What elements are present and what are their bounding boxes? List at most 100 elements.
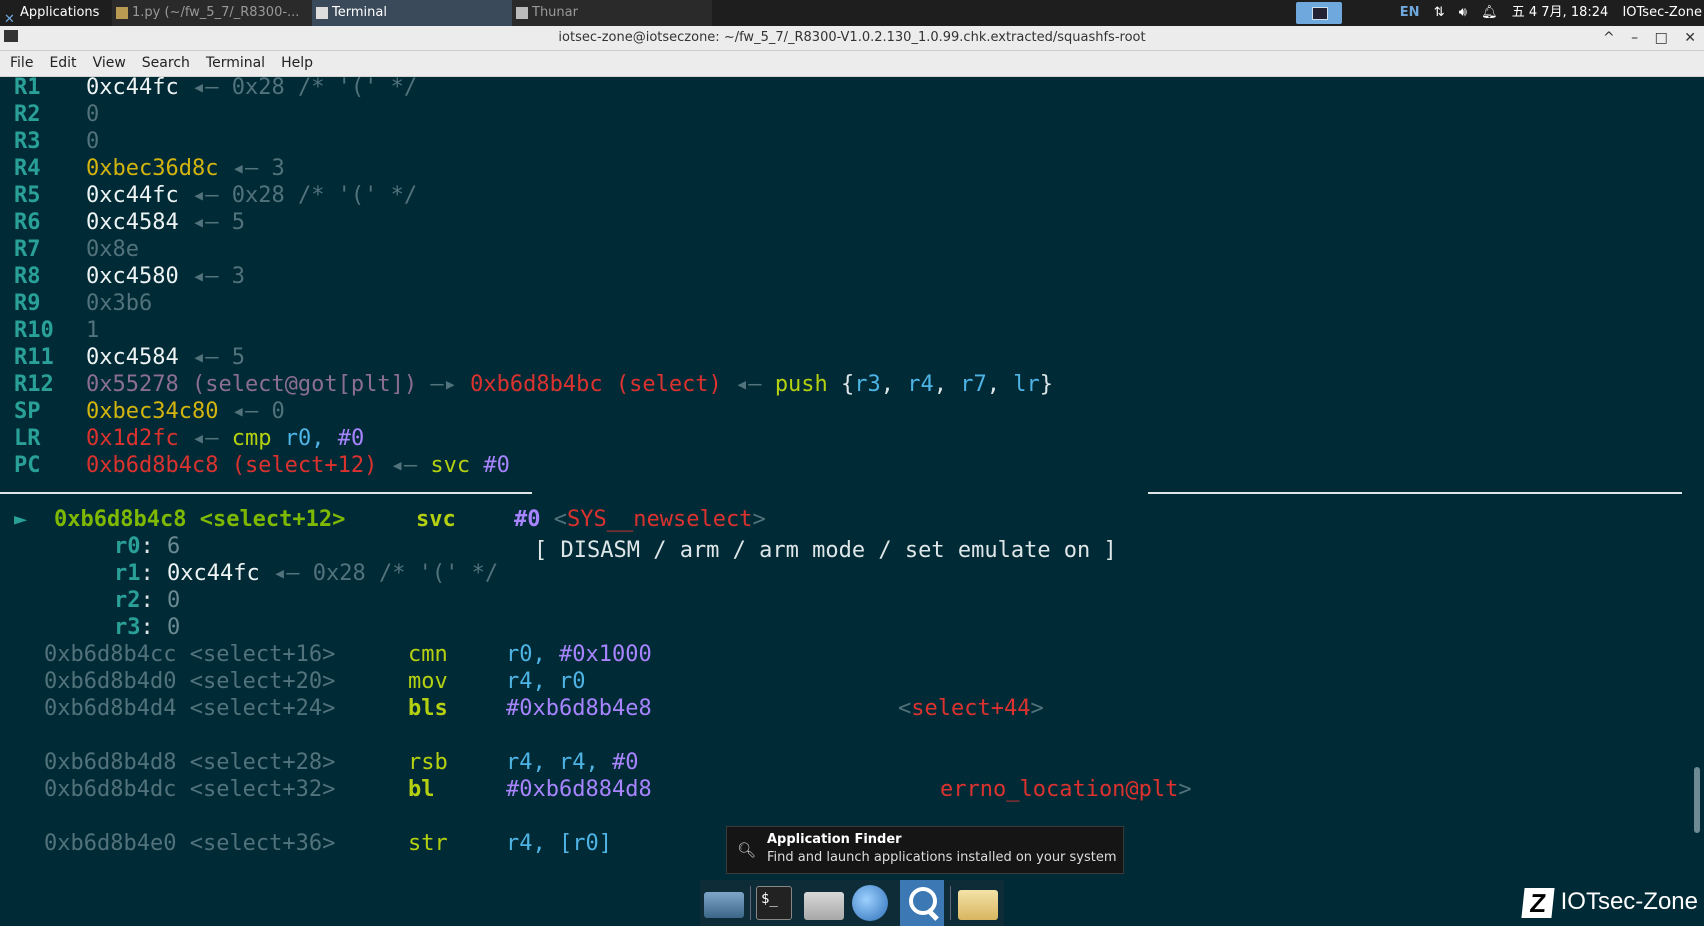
web-browser-icon[interactable] xyxy=(852,885,888,921)
xfce-logo-icon: ✕ xyxy=(4,11,15,27)
home-folder-icon[interactable] xyxy=(804,892,844,920)
register-deref: 0x28 /* '(' */ xyxy=(231,77,418,100)
keyboard-layout-indicator[interactable]: EN xyxy=(1400,5,1420,20)
syscall-arg-row: r0: 6 xyxy=(114,534,181,559)
arg-value: 0xc44fc xyxy=(167,561,260,586)
register-deref: 3 xyxy=(271,156,285,181)
instruction-address: 0xb6d8b4d4 xyxy=(44,696,177,721)
notification-bell-icon[interactable]: 🔔︎ xyxy=(1481,5,1498,20)
target-bracket: > xyxy=(1178,777,1192,802)
brace-close: } xyxy=(1039,372,1054,397)
register-row: R2 0 xyxy=(0,100,99,129)
taskbar-item-editor[interactable]: 1.py (~/fw_5_7/_R8300-... xyxy=(112,0,312,26)
system-tray: EN ⇅ 🔊︎ 🔔︎ 五 4 7月, 18:24 IOTsec-Zone xyxy=(1390,0,1704,26)
clock[interactable]: 五 4 7月, 18:24 xyxy=(1512,5,1609,20)
window-shade-button[interactable]: ^ xyxy=(1603,30,1615,46)
app-finder-icon[interactable] xyxy=(900,880,944,926)
register-value: 0xc4584 xyxy=(86,345,179,370)
instruction-mnemonic: push xyxy=(774,372,828,397)
operand: r4, xyxy=(506,669,546,694)
register-row: SP 0xbec34c80 ◂— 0 xyxy=(0,397,285,426)
watermark: Z IOTsec-Zone xyxy=(1521,884,1698,920)
menu-edit[interactable]: Edit xyxy=(41,51,84,76)
deref-arrow: ◂— xyxy=(231,156,259,181)
terminal-output[interactable]: R1 0xc44fc ◂— 0x28 /* '(' */ R2 0 R3 0 R4 0x… xyxy=(0,77,1704,926)
register-name: R1 xyxy=(14,77,41,100)
register-row: R9 0x3b6 xyxy=(0,289,152,318)
app-finder-tooltip: 🔍︎ Application Finder Find and launch ap… xyxy=(726,826,1124,874)
instruction-address: 0xb6d8b4e0 xyxy=(44,831,177,856)
taskbar-item-terminal-label: Terminal xyxy=(332,5,387,20)
window-close-button[interactable]: ✕ xyxy=(1684,30,1696,46)
user-name[interactable]: IOTsec-Zone xyxy=(1622,5,1702,20)
register-value: 0xc4584 xyxy=(86,210,179,235)
window-maximize-button[interactable]: □ xyxy=(1655,30,1668,46)
instruction-symbol: <select+32> xyxy=(189,777,336,802)
register-value: 0 xyxy=(86,102,100,127)
instruction-symbol: <select+24> xyxy=(189,696,336,721)
menu-help[interactable]: Help xyxy=(273,51,321,76)
operand: r0, xyxy=(506,642,546,667)
terminal-launcher-icon[interactable]: $_ xyxy=(756,886,792,920)
text-editor-icon xyxy=(116,6,128,19)
network-icon[interactable]: ⇅ xyxy=(1434,5,1445,20)
workspace-switcher[interactable] xyxy=(1296,2,1342,24)
volume-icon[interactable]: 🔊︎ xyxy=(1459,5,1467,20)
arg-value: 0 xyxy=(167,615,181,640)
menu-terminal[interactable]: Terminal xyxy=(198,51,273,76)
disasm-section-banner: [ DISASM / arm / arm mode / set emulate … xyxy=(0,478,1704,563)
register-row: R11 0xc4584 ◂— 5 xyxy=(0,343,245,372)
instruction-address: 0xb6d8b4cc xyxy=(44,642,177,667)
instruction-address: 0xb6d8b4d8 xyxy=(44,750,177,775)
target-bracket: < xyxy=(553,507,567,532)
dock-panel: $_ xyxy=(700,880,1004,926)
register-deref: 5 xyxy=(231,345,245,370)
instruction-symbol: <select+16> xyxy=(189,642,336,667)
register-name: R5 xyxy=(14,183,41,208)
file-manager-icon[interactable] xyxy=(958,890,998,920)
register-name: LR xyxy=(14,426,41,451)
menu-search[interactable]: Search xyxy=(134,51,198,76)
applications-menu-button[interactable]: ✕ Applications xyxy=(0,0,112,26)
register-value: 0xc44fc xyxy=(86,183,179,208)
branch-target: SYS__newselect xyxy=(567,507,753,532)
taskbar-item-thunar[interactable]: Thunar xyxy=(512,0,712,26)
deref-arrow: ◂— xyxy=(191,183,219,208)
operand: r4, r4, xyxy=(506,750,599,775)
operand: #0x1000 xyxy=(559,642,652,667)
disasm-row: 0xb6d8b4d0 <select+20> mov r4, r0 xyxy=(44,667,586,696)
menu-view[interactable]: View xyxy=(85,51,134,76)
instruction-mnemonic: str xyxy=(408,831,448,856)
workspace-window-thumb xyxy=(1312,7,1328,20)
deref-arrow: ◂— xyxy=(272,561,300,586)
current-instruction-marker: ► xyxy=(14,507,28,532)
instruction-symbol: <select+12> xyxy=(199,507,346,532)
top-panel: ✕ Applications 1.py (~/fw_5_7/_R8300-... … xyxy=(0,0,1704,26)
deref-arrow: ◂— xyxy=(231,399,259,424)
operand: #0 xyxy=(514,507,541,532)
show-desktop-icon[interactable] xyxy=(704,892,744,918)
menu-file[interactable]: File xyxy=(0,51,41,76)
window-titlebar[interactable]: iotsec-zone@iotseczone: ~/fw_5_7/_R8300-… xyxy=(0,26,1704,51)
instruction-address: 0xb6d8b4dc xyxy=(44,777,177,802)
applications-label: Applications xyxy=(20,5,100,20)
window-title: iotsec-zone@iotseczone: ~/fw_5_7/_R8300-… xyxy=(558,30,1146,45)
tooltip-description: Find and launch applications installed o… xyxy=(767,850,1117,865)
disasm-row: 0xb6d8b4cc <select+16> cmn r0, #0x1000 xyxy=(44,640,652,669)
register-deref: 0 xyxy=(271,399,285,424)
register-name: SP xyxy=(14,399,41,424)
deref-arrow: ◂— xyxy=(191,77,219,100)
register-name: PC xyxy=(14,453,41,478)
operand: r4, xyxy=(506,831,546,856)
folder-icon xyxy=(516,6,528,19)
register-value: 0xbec36d8c xyxy=(86,156,219,181)
register-name: R12 xyxy=(14,372,54,397)
dock-separator xyxy=(750,886,751,920)
register-row: R10 1 xyxy=(0,316,99,345)
target-bracket: < xyxy=(898,696,912,721)
operand: #0 xyxy=(337,426,365,451)
taskbar-item-terminal[interactable]: Terminal xyxy=(312,0,512,26)
terminal-scrollbar[interactable] xyxy=(1694,767,1700,833)
window-minimize-button[interactable]: – xyxy=(1631,30,1638,46)
register-name: R9 xyxy=(14,291,41,316)
